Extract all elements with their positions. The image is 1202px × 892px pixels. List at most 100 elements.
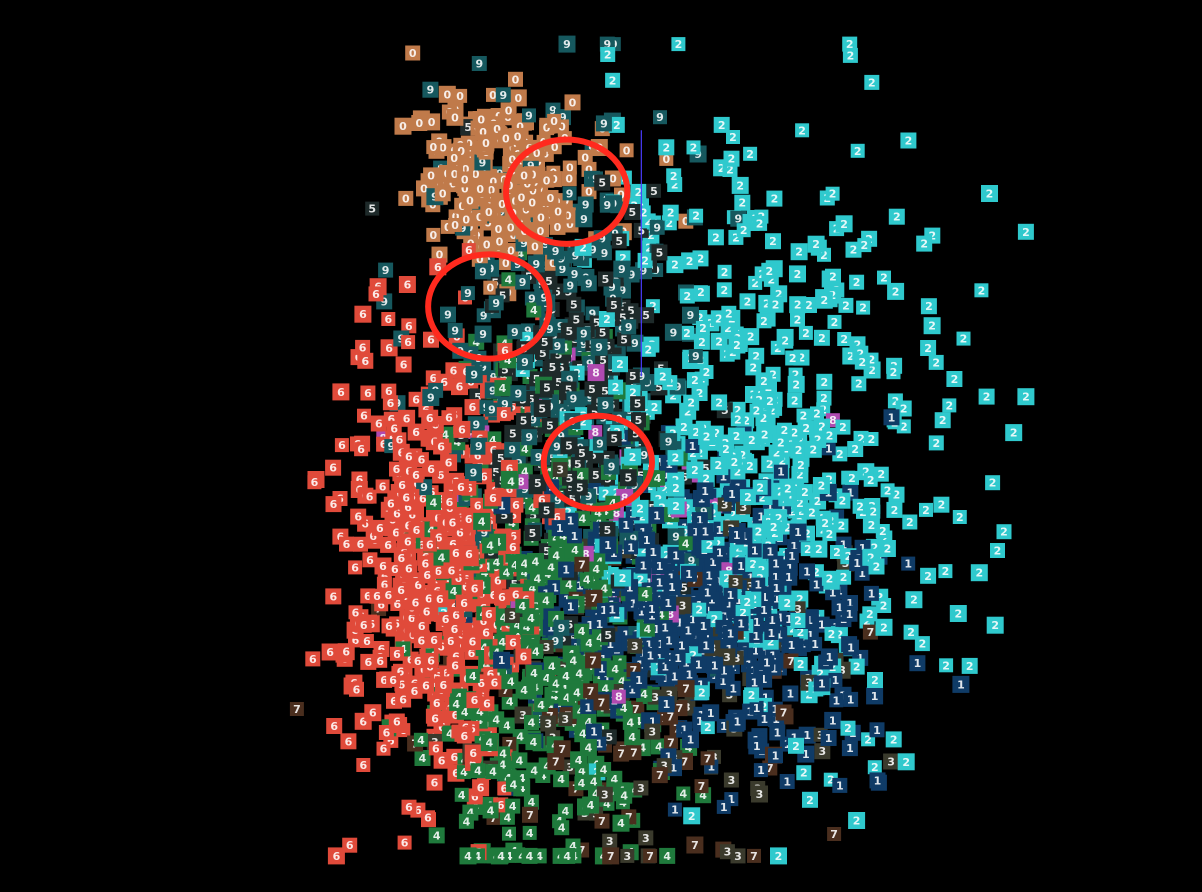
digit-point-7[interactable]: 7 (664, 735, 678, 750)
embedding-projection-view[interactable]: 4922941164471420162125134615111166117241… (0, 0, 1202, 892)
digit-point-4[interactable]: 4 (502, 826, 516, 841)
digit-point-6[interactable]: 6 (356, 758, 371, 772)
digit-point-1[interactable]: 1 (841, 740, 858, 757)
digit-point-1[interactable]: 1 (799, 563, 815, 580)
digit-point-2[interactable]: 2 (813, 329, 830, 346)
digit-point-1[interactable]: 1 (863, 585, 879, 601)
digit-point-2[interactable]: 2 (788, 737, 804, 754)
digit-point-2[interactable]: 2 (795, 123, 810, 138)
digit-point-0[interactable]: 0 (619, 143, 634, 158)
digit-point-6[interactable]: 6 (355, 339, 371, 355)
digit-point-2[interactable]: 2 (1017, 223, 1034, 240)
digit-point-2[interactable]: 2 (726, 454, 742, 470)
digit-point-2[interactable]: 2 (867, 672, 883, 688)
digit-point-1[interactable]: 1 (779, 774, 795, 789)
digit-point-2[interactable]: 2 (990, 543, 1005, 558)
digit-point-6[interactable]: 6 (305, 651, 321, 667)
digit-point-2[interactable]: 2 (711, 394, 728, 411)
digit-point-9[interactable]: 9 (470, 437, 488, 455)
digit-point-6[interactable]: 6 (357, 408, 371, 423)
digit-point-7[interactable]: 7 (827, 827, 842, 841)
digit-point-4[interactable]: 4 (525, 734, 542, 751)
digit-point-0[interactable]: 0 (446, 108, 464, 126)
digit-point-2[interactable]: 2 (905, 591, 923, 609)
digit-point-2[interactable]: 2 (928, 354, 944, 370)
digit-point-2[interactable]: 2 (877, 270, 891, 285)
digit-point-2[interactable]: 2 (825, 268, 841, 285)
digit-point-2[interactable]: 2 (903, 624, 919, 640)
digit-point-6[interactable]: 6 (375, 479, 390, 494)
digit-point-1[interactable]: 1 (716, 799, 731, 814)
digit-point-1[interactable]: 1 (843, 691, 859, 707)
digit-point-2[interactable]: 2 (886, 501, 903, 518)
digit-point-4[interactable]: 4 (485, 764, 501, 780)
digit-point-1[interactable]: 1 (829, 693, 844, 708)
digit-point-2[interactable]: 2 (946, 371, 963, 387)
digit-point-6[interactable]: 6 (348, 560, 363, 575)
digit-point-2[interactable]: 2 (848, 658, 865, 675)
digit-point-2[interactable]: 2 (834, 492, 851, 509)
digit-point-2[interactable]: 2 (837, 332, 852, 346)
digit-point-6[interactable]: 6 (349, 681, 364, 697)
digit-point-2[interactable]: 2 (666, 168, 682, 184)
digit-point-2[interactable]: 2 (919, 502, 933, 517)
digit-point-9[interactable]: 9 (653, 110, 667, 125)
digit-point-2[interactable]: 2 (981, 185, 998, 202)
digit-point-2[interactable]: 2 (743, 146, 758, 161)
digit-point-6[interactable]: 6 (326, 718, 343, 734)
digit-point-2[interactable]: 2 (864, 432, 879, 446)
digit-point-1[interactable]: 1 (748, 737, 766, 755)
digit-point-2[interactable]: 2 (934, 412, 951, 429)
digit-point-4[interactable]: 4 (458, 813, 474, 829)
digit-point-0[interactable]: 0 (483, 280, 498, 295)
digit-point-2[interactable]: 2 (835, 419, 851, 435)
digit-point-0[interactable]: 0 (508, 71, 523, 87)
digit-point-0[interactable]: 0 (564, 94, 581, 111)
digit-point-2[interactable]: 2 (785, 350, 801, 366)
digit-point-6[interactable]: 6 (370, 415, 387, 432)
digit-point-4[interactable]: 4 (496, 746, 511, 761)
digit-point-2[interactable]: 2 (978, 388, 995, 405)
digit-point-1[interactable]: 1 (901, 556, 916, 571)
digit-point-2[interactable]: 2 (1005, 424, 1023, 442)
digit-point-3[interactable]: 3 (602, 833, 618, 849)
digit-point-4[interactable]: 4 (414, 750, 431, 766)
digit-point-2[interactable]: 2 (939, 658, 954, 673)
digit-point-5[interactable]: 5 (566, 296, 582, 312)
digit-point-2[interactable]: 2 (630, 183, 647, 200)
digit-point-1[interactable]: 1 (909, 655, 926, 672)
digit-point-2[interactable]: 2 (875, 618, 893, 636)
digit-point-2[interactable]: 2 (847, 441, 864, 457)
digit-point-6[interactable]: 6 (382, 395, 398, 411)
digit-point-7[interactable]: 7 (643, 848, 658, 863)
digit-point-1[interactable]: 1 (869, 772, 886, 789)
digit-point-1[interactable]: 1 (773, 464, 788, 479)
digit-point-3[interactable]: 3 (596, 786, 613, 803)
digit-point-2[interactable]: 2 (970, 564, 988, 582)
digit-point-9[interactable]: 9 (471, 56, 487, 71)
digit-point-2[interactable]: 2 (974, 283, 989, 298)
digit-point-6[interactable]: 6 (340, 733, 357, 750)
digit-point-2[interactable]: 2 (862, 606, 878, 622)
digit-point-9[interactable]: 9 (515, 274, 531, 290)
digit-point-2[interactable]: 2 (796, 484, 813, 501)
digit-point-6[interactable]: 6 (398, 276, 416, 293)
digit-point-2[interactable]: 2 (716, 282, 732, 298)
digit-point-2[interactable]: 2 (949, 605, 967, 622)
digit-point-4[interactable]: 4 (676, 786, 691, 801)
digit-point-6[interactable]: 6 (470, 497, 486, 513)
digit-point-2[interactable]: 2 (671, 37, 686, 52)
digit-point-2[interactable]: 2 (942, 398, 957, 413)
digit-point-2[interactable]: 2 (867, 760, 882, 775)
digit-point-6[interactable]: 6 (354, 305, 372, 323)
digit-point-2[interactable]: 2 (985, 475, 1001, 491)
digit-point-7[interactable]: 7 (694, 779, 709, 794)
digit-point-2[interactable]: 2 (887, 282, 905, 300)
scatter-plot[interactable]: 4922941164471420162125134615111166117241… (0, 0, 1202, 892)
digit-point-2[interactable]: 2 (770, 847, 787, 865)
digit-point-9[interactable]: 9 (613, 260, 631, 278)
digit-point-2[interactable]: 2 (810, 406, 824, 421)
digit-point-0[interactable]: 0 (394, 117, 412, 135)
digit-point-2[interactable]: 2 (816, 373, 833, 390)
digit-point-3[interactable]: 3 (751, 785, 768, 803)
